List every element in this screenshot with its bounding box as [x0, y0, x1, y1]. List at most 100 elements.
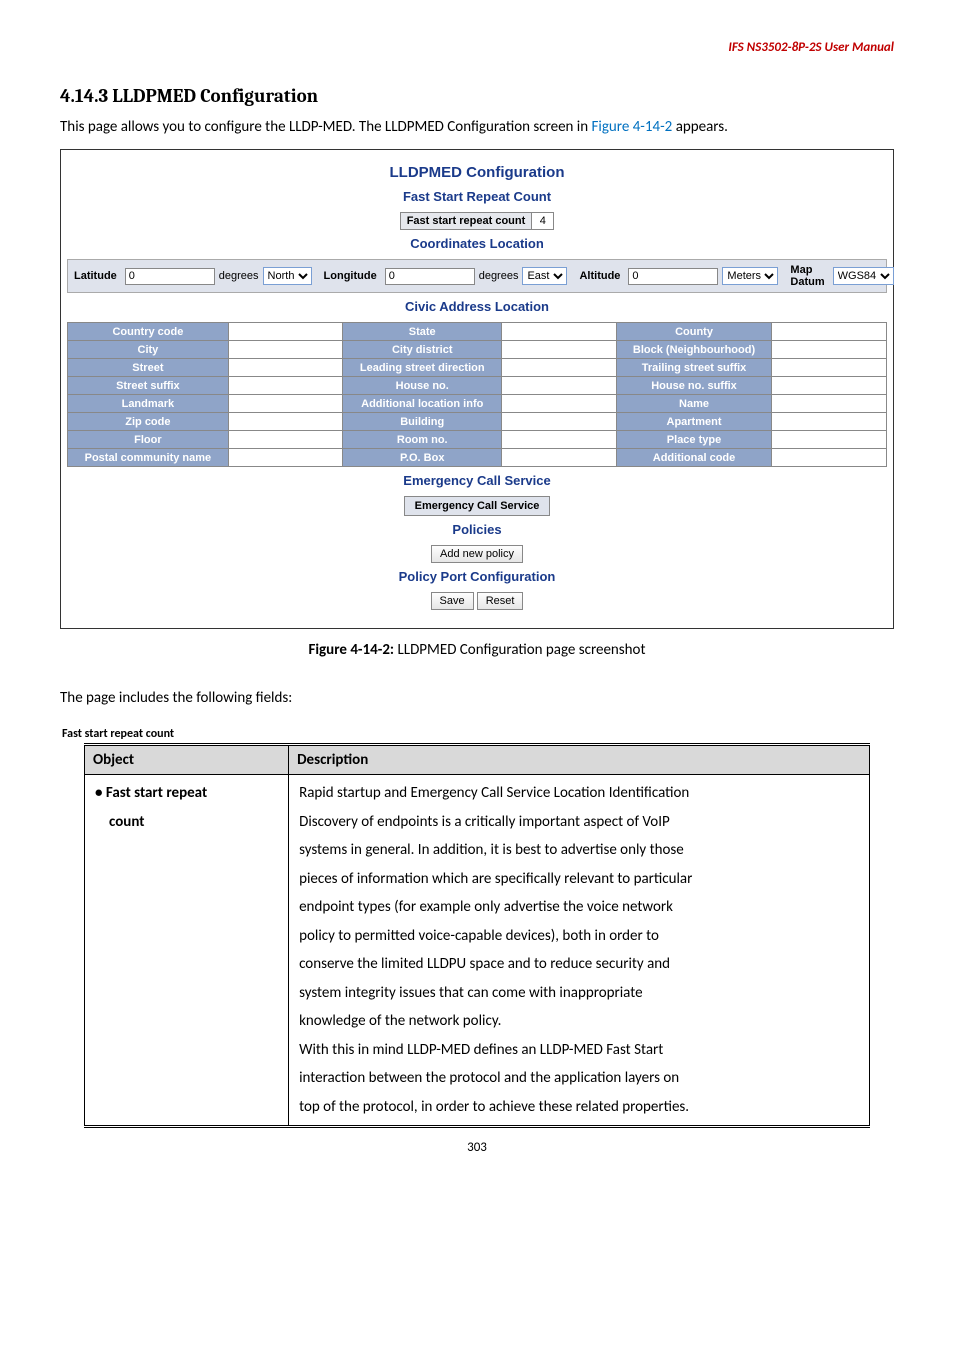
- civic-header-cell: Zip code: [68, 413, 229, 431]
- coords-row: Latitude degrees North Longitude degrees…: [67, 259, 887, 293]
- civic-value-cell[interactable]: [772, 323, 887, 341]
- map-datum-label: Map Datum: [786, 264, 828, 288]
- civic-value-cell[interactable]: [228, 359, 343, 377]
- map-datum-select[interactable]: WGS84: [833, 267, 894, 285]
- altitude-label: Altitude: [575, 270, 624, 282]
- civic-value-cell[interactable]: [502, 413, 617, 431]
- civic-value-cell[interactable]: [228, 341, 343, 359]
- civic-header-cell: Country code: [68, 323, 229, 341]
- altitude-unit-select[interactable]: Meters: [722, 267, 778, 285]
- section-heading: 4.14.3 LLDPMED Configuration: [60, 85, 894, 107]
- civic-table: Country code State County City City district…: [67, 322, 887, 467]
- civic-header-cell: Additional code: [616, 449, 772, 467]
- fast-start-value[interactable]: 4: [532, 213, 554, 230]
- col-object: Object: [85, 745, 289, 775]
- description-table: Object Description Fast start repeat cou…: [84, 743, 870, 1128]
- civic-header-cell: City district: [343, 341, 502, 359]
- ss-policies-heading: Policies: [67, 522, 887, 537]
- civic-header-cell: Leading street direction: [343, 359, 502, 377]
- section-number: 4.14.3: [60, 85, 108, 107]
- civic-header-cell: P.O. Box: [343, 449, 502, 467]
- civic-header-cell: Additional location info: [343, 395, 502, 413]
- civic-value-cell[interactable]: [772, 431, 887, 449]
- civic-value-cell[interactable]: [502, 377, 617, 395]
- civic-header-cell: House no. suffix: [616, 377, 772, 395]
- page-header: IFS NS3502-8P-2S User Manual: [60, 40, 894, 55]
- civic-header-cell: Postal community name: [68, 449, 229, 467]
- longitude-direction-select[interactable]: East: [522, 267, 567, 285]
- obj-line1: Fast start repeat: [95, 784, 207, 802]
- latitude-label: Latitude: [70, 270, 121, 282]
- civic-header-cell: Street suffix: [68, 377, 229, 395]
- section-title: LLDPMED Configuration: [112, 85, 318, 107]
- emergency-box-label: Emergency Call Service: [404, 497, 550, 516]
- description-cell: Rapid startup and Emergency Call Service…: [289, 775, 870, 1127]
- save-button[interactable]: Save: [431, 592, 474, 610]
- civic-header-cell: State: [343, 323, 502, 341]
- intro-figure-link[interactable]: Figure 4-14-2: [592, 118, 673, 136]
- emergency-box: Emergency Call Service: [404, 496, 551, 516]
- caption-rest: LLDPMED Configuration page screenshot: [394, 641, 645, 659]
- altitude-input[interactable]: [628, 268, 718, 285]
- civic-value-cell[interactable]: [772, 449, 887, 467]
- civic-value-cell[interactable]: [502, 395, 617, 413]
- civic-value-cell[interactable]: [772, 413, 887, 431]
- civic-value-cell[interactable]: [228, 323, 343, 341]
- ss-coords-heading: Coordinates Location: [67, 236, 887, 251]
- fast-start-label: Fast start repeat count: [400, 213, 532, 230]
- config-screenshot: LLDPMED Configuration Fast Start Repeat …: [60, 149, 894, 629]
- ss-portconfig-heading: Policy Port Configuration: [67, 569, 887, 584]
- civic-header-cell: Landmark: [68, 395, 229, 413]
- add-policy-button[interactable]: Add new policy: [431, 545, 523, 563]
- longitude-label: Longitude: [320, 270, 381, 282]
- intro-text: This page allows you to configure the LL…: [60, 115, 894, 139]
- civic-header-cell: Building: [343, 413, 502, 431]
- civic-header-cell: Apartment: [616, 413, 772, 431]
- civic-header-cell: Name: [616, 395, 772, 413]
- civic-header-cell: Place type: [616, 431, 772, 449]
- civic-value-cell[interactable]: [502, 341, 617, 359]
- civic-header-cell: County: [616, 323, 772, 341]
- ss-emergency-heading: Emergency Call Service: [67, 473, 887, 488]
- fast-start-table: Fast start repeat count 4: [400, 212, 555, 230]
- reset-button[interactable]: Reset: [477, 592, 524, 610]
- caption-bold: Figure 4-14-2:: [308, 641, 394, 659]
- civic-value-cell[interactable]: [228, 431, 343, 449]
- ss-fast-start-heading: Fast Start Repeat Count: [67, 189, 887, 204]
- table-mini-heading: Fast start repeat count: [62, 727, 894, 741]
- civic-header-cell: House no.: [343, 377, 502, 395]
- civic-value-cell[interactable]: [772, 377, 887, 395]
- col-description: Description: [289, 745, 870, 775]
- civic-header-cell: Block (Neighbourhood): [616, 341, 772, 359]
- civic-value-cell[interactable]: [772, 341, 887, 359]
- civic-value-cell[interactable]: [502, 431, 617, 449]
- figure-caption: Figure 4-14-2: LLDPMED Configuration pag…: [60, 641, 894, 659]
- civic-value-cell[interactable]: [502, 449, 617, 467]
- longitude-unit: degrees: [479, 270, 519, 282]
- obj-line2: count: [95, 813, 144, 831]
- civic-header-cell: Street: [68, 359, 229, 377]
- ss-civic-heading: Civic Address Location: [67, 299, 887, 314]
- civic-value-cell[interactable]: [502, 359, 617, 377]
- civic-value-cell[interactable]: [228, 377, 343, 395]
- latitude-input[interactable]: [125, 268, 215, 285]
- page-number: 303: [60, 1140, 894, 1155]
- civic-header-cell: Floor: [68, 431, 229, 449]
- civic-value-cell[interactable]: [502, 323, 617, 341]
- longitude-input[interactable]: [385, 268, 475, 285]
- civic-header-cell: Trailing street suffix: [616, 359, 772, 377]
- ss-main-title: LLDPMED Configuration: [67, 164, 887, 181]
- civic-value-cell[interactable]: [228, 395, 343, 413]
- object-cell: Fast start repeat count: [85, 775, 289, 1127]
- civic-value-cell[interactable]: [772, 395, 887, 413]
- latitude-unit: degrees: [219, 270, 259, 282]
- intro-prefix: This page allows you to configure the LL…: [60, 118, 592, 136]
- fields-intro: The page includes the following fields:: [60, 689, 894, 707]
- civic-value-cell[interactable]: [772, 359, 887, 377]
- civic-value-cell[interactable]: [228, 413, 343, 431]
- civic-value-cell[interactable]: [228, 449, 343, 467]
- civic-header-cell: City: [68, 341, 229, 359]
- latitude-direction-select[interactable]: North: [263, 267, 312, 285]
- intro-suffix: appears.: [672, 118, 728, 136]
- civic-header-cell: Room no.: [343, 431, 502, 449]
